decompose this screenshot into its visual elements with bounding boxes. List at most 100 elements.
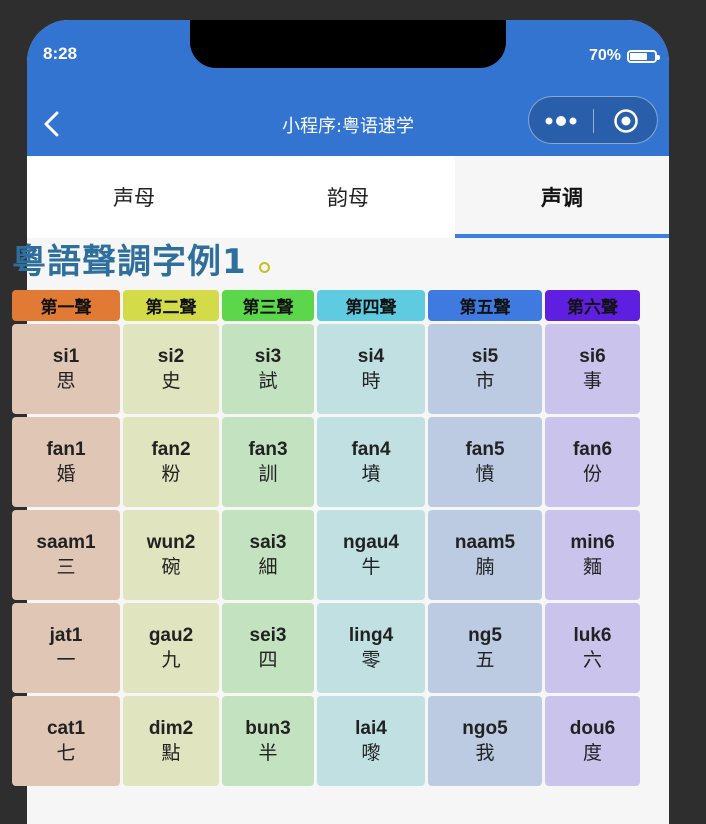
character-text: 婚 — [56, 463, 76, 485]
tone-header-3: 第三聲 — [222, 290, 314, 321]
character-text: 牛 — [361, 556, 381, 578]
tone-cell[interactable]: dou6 度 — [545, 696, 640, 786]
jyutping-text: fan2 — [151, 439, 191, 460]
tab-finals[interactable]: 韵母 — [241, 156, 455, 238]
tone-cell[interactable]: fan4 墳 — [317, 417, 425, 507]
more-dots-icon[interactable] — [545, 114, 577, 128]
character-text: 訓 — [258, 463, 278, 485]
tab-initials[interactable]: 声母 — [27, 156, 241, 238]
jyutping-text: jat1 — [49, 625, 83, 646]
jyutping-text: saam1 — [36, 532, 96, 553]
character-text: 墳 — [361, 463, 381, 485]
character-text: 四 — [258, 649, 278, 671]
jyutping-text: wun2 — [146, 532, 196, 553]
tone-cell[interactable]: fan3 訓 — [222, 417, 314, 507]
tone-header-row: 第一聲 第二聲 第三聲 第四聲 第五聲 第六聲 — [12, 290, 640, 321]
character-text: 度 — [582, 742, 602, 764]
tone-rows: si1 思 si2 史 si3 試 si4 時 si5 市 si6 事 fan1 婚 fan2 粉 fan3 訓 f… — [12, 324, 640, 786]
tone-header-4: 第四聲 — [317, 290, 425, 321]
tone-cell[interactable]: sei3 四 — [222, 603, 314, 693]
jyutping-text: fan1 — [46, 439, 86, 460]
character-text: 七 — [56, 742, 76, 764]
character-text: 細 — [258, 556, 278, 578]
tone-header-2: 第二聲 — [123, 290, 219, 321]
jyutping-text: dou6 — [569, 718, 616, 739]
character-text: 六 — [582, 649, 602, 671]
character-text: 腩 — [475, 556, 495, 578]
jyutping-text: naam5 — [454, 532, 516, 553]
jyutping-text: dim2 — [148, 718, 194, 739]
jyutping-text: fan4 — [351, 439, 391, 460]
tone-cell[interactable]: bun3 半 — [222, 696, 314, 786]
jyutping-text: si1 — [52, 346, 80, 367]
jyutping-text: fan3 — [248, 439, 288, 460]
tone-header-1: 第一聲 — [12, 290, 120, 321]
tab-bar: 声母 韵母 声调 — [27, 156, 669, 238]
tone-cell[interactable]: si6 事 — [545, 324, 640, 414]
character-text: 一 — [56, 649, 76, 671]
battery-percent: 70% — [588, 47, 621, 64]
jyutping-text: si3 — [254, 346, 282, 367]
tone-cell[interactable]: ng5 五 — [428, 603, 542, 693]
navigation-bar: 小程序:粤语速学 — [27, 92, 669, 156]
tone-cell[interactable]: ngau4 牛 — [317, 510, 425, 600]
jyutping-text: gau2 — [148, 625, 194, 646]
tone-cell[interactable]: luk6 六 — [545, 603, 640, 693]
tone-cell[interactable]: si5 市 — [428, 324, 542, 414]
jyutping-text: sei3 — [249, 625, 287, 646]
character-text: 點 — [161, 742, 181, 764]
character-text: 憤 — [475, 463, 495, 485]
jyutping-text: bun3 — [245, 718, 291, 739]
jyutping-text: si6 — [579, 346, 606, 367]
tone-cell[interactable]: fan5 憤 — [428, 417, 542, 507]
tone-cell[interactable]: wun2 碗 — [123, 510, 219, 600]
tone-cell[interactable]: sai3 細 — [222, 510, 314, 600]
tone-cell[interactable]: min6 麵 — [545, 510, 640, 600]
tone-cell[interactable]: fan1 婚 — [12, 417, 120, 507]
tone-cell[interactable]: ngo5 我 — [428, 696, 542, 786]
character-text: 麵 — [582, 556, 602, 578]
tone-cell[interactable]: fan2 粉 — [123, 417, 219, 507]
tone-cell[interactable]: gau2 九 — [123, 603, 219, 693]
tone-cell[interactable]: ling4 零 — [317, 603, 425, 693]
status-battery: 70% — [588, 47, 660, 65]
jyutping-text: si4 — [357, 346, 385, 367]
capsule-divider — [593, 109, 594, 133]
jyutping-text: min6 — [570, 532, 615, 553]
tone-cell[interactable]: fan6 份 — [545, 417, 640, 507]
tone-cell[interactable]: si2 史 — [123, 324, 219, 414]
jyutping-text: fan5 — [465, 439, 505, 460]
table-row: jat1 一 gau2 九 sei3 四 ling4 零 ng5 五 luk6 六 — [12, 603, 640, 693]
jyutping-text: si5 — [471, 346, 499, 367]
character-text: 事 — [582, 370, 602, 392]
character-text: 半 — [258, 742, 278, 764]
close-target-icon[interactable] — [613, 108, 639, 134]
tone-cell[interactable]: dim2 點 — [123, 696, 219, 786]
character-text: 思 — [56, 370, 76, 392]
table-row: cat1 七 dim2 點 bun3 半 lai4 嚟 ngo5 我 dou6 度 — [12, 696, 640, 786]
jyutping-text: lai4 — [355, 718, 387, 739]
jyutping-text: sai3 — [249, 532, 287, 553]
character-text: 時 — [361, 370, 381, 392]
tone-cell[interactable]: lai4 嚟 — [317, 696, 425, 786]
tone-cell[interactable]: si1 思 — [12, 324, 120, 414]
table-row: fan1 婚 fan2 粉 fan3 訓 fan4 墳 fan5 憤 fan6 份 — [12, 417, 640, 507]
character-text: 碗 — [161, 556, 181, 578]
jyutping-text: ling4 — [348, 625, 394, 646]
character-text: 三 — [56, 556, 76, 578]
tone-table: 第一聲 第二聲 第三聲 第四聲 第五聲 第六聲 si1 思 si2 史 si3 試 si4 時 si5 市 s… — [12, 290, 640, 786]
jyutping-text: fan6 — [572, 439, 613, 460]
tone-cell[interactable]: cat1 七 — [12, 696, 120, 786]
status-time: 8:28 — [43, 44, 78, 63]
character-text: 我 — [475, 742, 495, 764]
character-text: 九 — [161, 649, 181, 671]
tab-tones[interactable]: 声调 — [455, 156, 669, 238]
jyutping-text: ngau4 — [343, 532, 399, 553]
tone-cell[interactable]: si3 試 — [222, 324, 314, 414]
character-text: 史 — [161, 370, 181, 392]
tone-cell[interactable]: jat1 一 — [12, 603, 120, 693]
mini-program-capsule — [528, 96, 658, 144]
tone-cell[interactable]: si4 時 — [317, 324, 425, 414]
tone-cell[interactable]: saam1 三 — [12, 510, 120, 600]
tone-cell[interactable]: naam5 腩 — [428, 510, 542, 600]
